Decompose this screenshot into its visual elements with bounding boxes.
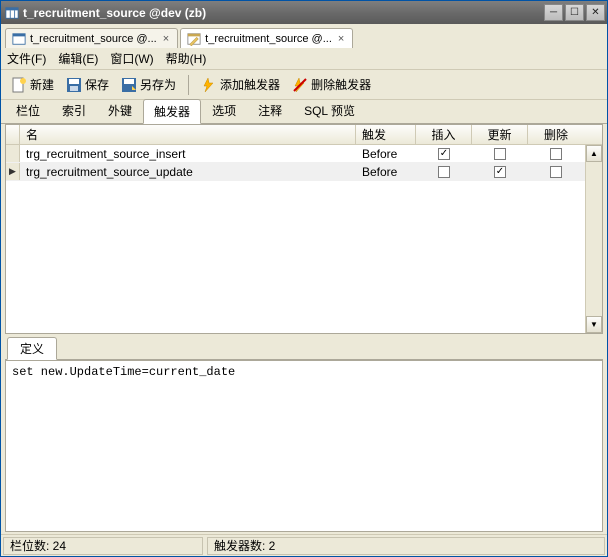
cell-update[interactable]: ✓ [472,166,528,178]
grid-header: 名 触发 插入 更新 删除 [6,125,602,145]
toolbar: 新建 保存 另存为 添加触发器 删除触发器 [1,70,607,100]
close-icon[interactable]: × [336,33,346,45]
menu-file[interactable]: 文件(F) [7,50,46,67]
menubar: 文件(F) 编辑(E) 窗口(W) 帮助(H) [1,48,607,70]
checkbox[interactable]: ✓ [494,166,506,178]
tab-fk[interactable]: 外键 [97,98,143,123]
definition-editor[interactable]: set new.UpdateTime=current_date [5,360,603,532]
tab-definition[interactable]: 定义 [7,337,57,360]
tab-columns[interactable]: 栏位 [5,98,51,123]
menu-window[interactable]: 窗口(W) [110,50,153,67]
cell-delete[interactable] [528,148,584,160]
tbtn-label: 删除触发器 [311,76,371,93]
grid-body: trg_recruitment_source_insertBefore ✓ ▶ trg… [6,145,602,333]
cell-fire[interactable]: Before [356,165,416,179]
window-controls: ─ ☐ ✕ [544,4,605,21]
checkbox[interactable] [438,166,450,178]
checkbox[interactable] [550,166,562,178]
delete-trigger-button[interactable]: 删除触发器 [288,74,375,95]
doc-tab-label: t_recruitment_source @... [205,33,332,45]
col-name[interactable]: 名 [20,125,356,144]
menu-help[interactable]: 帮助(H) [166,50,207,67]
content-area: 名 触发 插入 更新 删除 trg_recruitment_source_ins… [1,124,607,534]
definition-tabstrip: 定义 [5,338,603,360]
new-button[interactable]: 新建 [7,74,58,95]
tab-sql-preview[interactable]: SQL 预览 [293,98,366,123]
cell-fire[interactable]: Before [356,147,416,161]
tbtn-label: 另存为 [140,76,176,93]
row-selector-header [6,125,20,144]
close-icon[interactable]: × [161,33,171,45]
status-columns: 栏位数: 24 [3,537,203,555]
cell-name[interactable]: trg_recruitment_source_insert [20,147,356,161]
design-tabs: 栏位 索引 外键 触发器 选项 注释 SQL 预览 [1,100,607,124]
cell-delete[interactable] [528,166,584,178]
app-window: t_recruitment_source @dev (zb) ─ ☐ ✕ t_r… [0,0,608,557]
tab-index[interactable]: 索引 [51,98,97,123]
tab-options[interactable]: 选项 [201,98,247,123]
scroll-down-icon[interactable]: ▼ [586,316,602,333]
doc-tab-label: t_recruitment_source @... [30,33,157,45]
menu-edit[interactable]: 编辑(E) [58,50,98,67]
bolt-add-icon [201,77,217,93]
bolt-delete-icon [292,77,308,93]
maximize-button[interactable]: ☐ [565,4,584,21]
tbtn-label: 保存 [85,76,109,93]
table-row[interactable]: trg_recruitment_source_insertBefore ✓ [6,145,602,163]
row-indicator [6,145,20,162]
col-fire[interactable]: 触发 [356,125,416,144]
table-icon [12,32,26,46]
current-row-icon: ▶ [9,166,16,177]
vertical-scrollbar[interactable]: ▲ ▼ [585,145,602,333]
titlebar: t_recruitment_source @dev (zb) ─ ☐ ✕ [1,1,607,24]
tbtn-label: 新建 [30,76,54,93]
save-button[interactable]: 保存 [62,74,113,95]
tab-trigger[interactable]: 触发器 [143,99,201,124]
cell-insert[interactable]: ✓ [416,148,472,160]
row-indicator: ▶ [6,163,20,180]
doc-tab-active[interactable]: t_recruitment_source @... × [180,28,353,48]
table-icon [5,6,19,20]
table-row[interactable]: ▶ trg_recruitment_source_updateBefore ✓ [6,163,602,181]
checkbox[interactable] [494,148,506,160]
close-button[interactable]: ✕ [586,4,605,21]
separator [188,75,189,95]
cell-update[interactable] [472,148,528,160]
saveas-icon [121,77,137,93]
cell-insert[interactable] [416,166,472,178]
minimize-button[interactable]: ─ [544,4,563,21]
doc-tab[interactable]: t_recruitment_source @... × [5,28,178,48]
col-update[interactable]: 更新 [472,125,528,144]
table-design-icon [187,32,201,46]
tab-comment[interactable]: 注释 [247,98,293,123]
checkbox[interactable]: ✓ [438,148,450,160]
col-insert[interactable]: 插入 [416,125,472,144]
status-triggers: 触发器数: 2 [207,537,605,555]
save-icon [66,77,82,93]
scroll-up-icon[interactable]: ▲ [586,145,602,162]
document-tab-strip: t_recruitment_source @... × t_recruitmen… [1,24,607,48]
add-trigger-button[interactable]: 添加触发器 [197,74,284,95]
col-delete[interactable]: 删除 [528,125,584,144]
new-icon [11,77,27,93]
checkbox[interactable] [550,148,562,160]
trigger-grid: 名 触发 插入 更新 删除 trg_recruitment_source_ins… [5,124,603,334]
window-title: t_recruitment_source @dev (zb) [23,6,544,20]
statusbar: 栏位数: 24 触发器数: 2 [1,534,607,556]
cell-name[interactable]: trg_recruitment_source_update [20,165,356,179]
saveas-button[interactable]: 另存为 [117,74,180,95]
tbtn-label: 添加触发器 [220,76,280,93]
